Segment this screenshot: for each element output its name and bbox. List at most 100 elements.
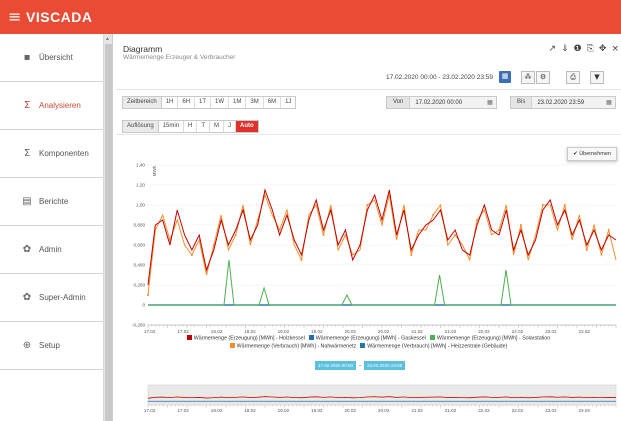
sidebar-item-admin[interactable]: ✿ Admin — [0, 226, 103, 274]
x-tick-label: 22.02 — [478, 329, 490, 334]
series-point — [432, 214, 435, 216]
calendar-icon[interactable]: ▦ — [484, 99, 496, 106]
panel-tools: ↗ ⇓ ❶ ⎘ ✥ × — [549, 44, 619, 54]
sidebar-item-setup[interactable]: ⊕ Setup — [0, 322, 103, 370]
res-t[interactable]: T — [197, 121, 211, 132]
range-3m[interactable]: 3M — [246, 97, 264, 108]
y-tick-label: -0,200 — [132, 323, 145, 328]
legend-item[interactable]: Wärmemenge (Erzeugung) [MWh] - Solarstat… — [429, 335, 551, 343]
legend-item[interactable]: Wärmemenge (Erzeugung) [MWh] - Gaskessel — [308, 335, 426, 343]
navigator-tick-label: 22.02 — [512, 408, 524, 413]
res-m[interactable]: M — [210, 121, 225, 132]
y-tick-label: 0,800 — [134, 223, 146, 228]
sigma-icon: Σ — [23, 148, 31, 159]
diagram-panel: Diagramm Wärmemenge Erzeuger & Verbrauch… — [116, 38, 621, 421]
sidebar-item-übersicht[interactable]: ▪ Übersicht — [0, 34, 103, 82]
sidebar-item-komponenten[interactable]: Σ Komponenten — [0, 130, 103, 178]
legend-swatch — [308, 335, 314, 340]
navigator-tick-label: 19.02 — [278, 408, 290, 413]
series-point — [410, 254, 413, 256]
legend-label: Wärmemenge (Verbrauch) [MWh] - Heizzentr… — [367, 343, 508, 349]
series-point — [607, 229, 610, 231]
zeitbereich-label: Zeitbereich — [123, 97, 162, 108]
range-to-badge[interactable]: 23.02.2020 23:59 — [364, 361, 406, 370]
navigator-tick-label: 22.02 — [478, 408, 490, 413]
von-field[interactable]: Von 17.02.2020 00:00 ▦ — [386, 96, 497, 109]
range-6h[interactable]: 6H — [178, 97, 196, 108]
y-tick-label: 0,200 — [134, 283, 146, 288]
hamburger-icon[interactable]: ≡ — [8, 9, 21, 25]
range-1h[interactable]: 1H — [162, 97, 179, 108]
x-tick-label: 21.02 — [445, 329, 457, 334]
scroll-thumb[interactable] — [105, 44, 112, 421]
x-tick-label: 18.02 — [211, 329, 223, 334]
sigma-icon: Σ — [23, 100, 31, 111]
res-j[interactable]: J — [224, 121, 237, 132]
range-from-badge[interactable]: 17.02.2020 00:00 — [315, 361, 357, 370]
von-value[interactable]: 17.02.2020 00:00 — [410, 100, 484, 106]
report-icon: ▤ — [22, 196, 32, 207]
filter-button[interactable]: ▼ — [590, 71, 604, 84]
legend-label: Wärmemenge (Verbrauch) [MWh] - Nahwärmen… — [236, 343, 357, 349]
scroll-up-icon[interactable]: ▲ — [105, 36, 110, 42]
bis-label: Bis — [511, 97, 533, 108]
x-tick-label: 19.02 — [278, 329, 290, 334]
range-6m[interactable]: 6M — [264, 97, 282, 108]
range-1w[interactable]: 1W — [211, 97, 230, 108]
y-tick-label: 0 — [142, 303, 145, 308]
range-1m[interactable]: 1M — [229, 97, 247, 108]
x-tick-label: 17.02 — [177, 329, 189, 334]
bis-value[interactable]: 23.02.2020 23:59 — [532, 100, 603, 106]
calendar-button[interactable]: ▦ — [499, 71, 511, 83]
x-tick-label: 20.02 — [344, 329, 356, 334]
move-icon[interactable]: ✥ — [599, 44, 607, 54]
legend-item[interactable]: Wärmemenge (Verbrauch) [MWh] - Heizzentr… — [360, 342, 508, 351]
navigator-tick-label: 23.02 — [545, 408, 557, 413]
gears-icon: ✿ — [22, 292, 32, 303]
sidebar-item-label: Komponenten — [39, 149, 89, 158]
y-axis-label: MWh — [152, 165, 157, 176]
copy-icon[interactable]: ⎘ — [587, 44, 594, 54]
navigator-tick-label: 18.02 — [211, 408, 223, 413]
aufloesung-selector: Auflösung 15min H T M J Auto — [122, 120, 259, 133]
series-point — [585, 249, 588, 251]
series-line — [148, 259, 616, 306]
sidebar-item-analysieren[interactable]: Σ Analysieren — [0, 82, 103, 130]
res-auto[interactable]: Auto — [236, 121, 258, 132]
series-point — [278, 229, 281, 231]
x-tick-label: 17.02 — [144, 329, 156, 334]
legend-label: Wärmemenge (Erzeugung) [MWh] - Solarstat… — [436, 335, 551, 342]
series-point — [300, 259, 303, 261]
x-tick-label: 18.02 — [244, 329, 256, 334]
sidebar-item-label: Berichte — [39, 197, 69, 206]
legend-item[interactable]: Wärmemenge (Erzeugung) [MWh] - Holzkesse… — [186, 335, 305, 343]
navigator-tick-label: 19.02 — [311, 408, 323, 413]
res-15min[interactable]: 15min — [159, 121, 185, 132]
gears-icon: ✿ — [22, 244, 32, 255]
series-line — [147, 188, 617, 286]
close-icon[interactable]: × — [611, 44, 619, 54]
popout-icon[interactable]: ↗ — [549, 44, 557, 54]
y-tick-label: 0,400 — [134, 263, 146, 268]
apply-button[interactable]: ✔ Übernehmen — [567, 147, 617, 161]
range-1j[interactable]: 1J — [281, 97, 295, 108]
bis-field[interactable]: Bis 23.02.2020 23:59 ▦ — [510, 96, 616, 109]
aufloesung-label: Auflösung — [123, 121, 159, 132]
sidebar-item-berichte[interactable]: ▤ Berichte — [0, 178, 103, 226]
chart-legend: Wärmemenge (Erzeugung) [MWh] - Holzkesse… — [116, 335, 621, 350]
sidebar-item-super-admin[interactable]: ✿ Super-Admin — [0, 274, 103, 322]
series-settings-button[interactable]: ⁂ — [521, 71, 535, 84]
calendar-icon[interactable]: ▦ — [603, 99, 615, 106]
range-1t[interactable]: 1T — [195, 97, 212, 108]
top-bar: ≡ VISCADA — [0, 0, 621, 34]
legend-item[interactable]: Wärmemenge (Verbrauch) [MWh] - Nahwärmen… — [229, 342, 357, 351]
navigator-tick-label: 17.02 — [144, 408, 156, 413]
export-button[interactable]: ⎙ — [566, 71, 580, 84]
info-icon[interactable]: ❶ — [574, 44, 582, 54]
sidebar-scrollbar[interactable]: ▲ — [104, 34, 113, 421]
pin-icon[interactable]: ⇓ — [561, 44, 569, 54]
res-h[interactable]: H — [184, 121, 198, 132]
navigator-window — [147, 384, 617, 406]
gear-button[interactable]: ⚙ — [536, 71, 550, 84]
x-tick-label: 23.02 — [578, 329, 590, 334]
